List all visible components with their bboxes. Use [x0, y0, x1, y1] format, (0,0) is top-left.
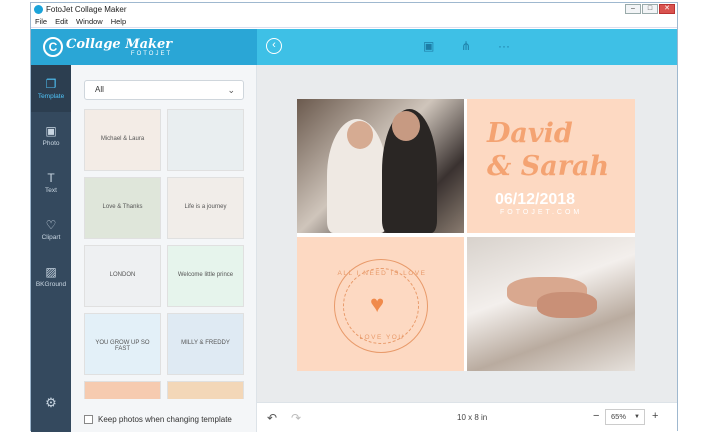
sidebar-item-clipart[interactable]: ♡ Clipart [31, 206, 71, 253]
zoom-value: 65% [611, 412, 627, 421]
top-toolbar: C Collage Maker FOTOJET ‹ ▣ ⋔ ··· [31, 29, 677, 65]
chevron-down-icon: ▼ [634, 414, 640, 420]
photo-cell-holding-hands[interactable] [467, 237, 635, 371]
more-icon[interactable]: ··· [498, 39, 510, 53]
names-line-2: & Sarah [487, 151, 610, 182]
sidebar-item-photo[interactable]: ▣ Photo [31, 112, 71, 159]
template-caption: Welcome little prince [177, 272, 234, 278]
app-icon [34, 5, 43, 14]
names-line-1: David [487, 118, 573, 149]
names-panel[interactable]: David & Sarah 06/12/2018 FOTOJET.COM [467, 99, 635, 233]
logo: C Collage Maker FOTOJET [31, 29, 257, 65]
sidebar-item-label: Text [45, 186, 57, 194]
badge-bottom-text: LOVE YOU [359, 334, 405, 341]
template-wedding-names[interactable]: Michael & Laura [84, 109, 161, 171]
template-caption: LONDON [109, 272, 136, 278]
redo-icon[interactable]: ↷ [291, 411, 301, 425]
keep-photos-label: Keep photos when changing template [98, 415, 232, 424]
background-icon: ▨ [45, 264, 57, 279]
template-baby-prince[interactable]: Welcome little prince [167, 245, 244, 307]
template-milly-freddy[interactable]: MILLY & FREDDY [167, 313, 244, 375]
template-love-thanks[interactable]: Love & Thanks [84, 177, 161, 239]
zoom-in-button[interactable]: + [652, 410, 658, 422]
title-bar: FotoJet Collage Maker [31, 3, 677, 16]
text-icon: T [47, 170, 55, 185]
keep-photos-option[interactable]: Keep photos when changing template [84, 415, 232, 424]
menu-window[interactable]: Window [76, 17, 103, 26]
canvas-area: David & Sarah 06/12/2018 FOTOJET.COM ALL… [257, 65, 677, 402]
logo-subtitle: FOTOJET [130, 50, 173, 57]
heart-icon: ♥ [370, 291, 385, 318]
dropdown-value: All [95, 85, 104, 94]
zoom-out-button[interactable]: − [593, 410, 599, 422]
template-orange-1[interactable] [84, 381, 161, 399]
template-london[interactable]: LONDON [84, 245, 161, 307]
template-grid: Michael & Laura Love & Thanks Life is a jo… [84, 109, 244, 399]
template-caption: MILLY & FREDDY [181, 340, 230, 346]
photo-cell-couple-kiss[interactable] [297, 99, 464, 233]
menu-file[interactable]: File [35, 17, 47, 26]
template-caption: YOU GROW UP SO FAST [95, 340, 150, 352]
collage-canvas[interactable]: David & Sarah 06/12/2018 FOTOJET.COM ALL… [297, 99, 635, 371]
app-window: FotoJet Collage Maker – □ ✕ File Edit Wi… [30, 2, 678, 432]
wedding-date: 06/12/2018 [495, 191, 576, 208]
back-arrow-icon[interactable]: ‹ [266, 38, 282, 54]
badge-ring: ALL I NEED IS LOVE ♥ LOVE YOU [334, 259, 428, 353]
minimize-button[interactable]: – [625, 4, 641, 14]
bottom-bar: ↶ ↷ 10 x 8 in − 65% ▼ + [257, 402, 677, 432]
template-wedding-blue[interactable] [167, 109, 244, 171]
undo-icon[interactable]: ↶ [267, 411, 277, 425]
logo-icon: C [43, 37, 63, 57]
template-caption: Life is a journey [184, 204, 227, 210]
menu-help[interactable]: Help [111, 17, 126, 26]
close-button[interactable]: ✕ [659, 4, 675, 14]
chevron-down-icon: ⌄ [227, 85, 235, 95]
template-orange-2[interactable] [167, 381, 244, 399]
sidebar-item-label: BKGround [35, 280, 67, 288]
love-badge-panel[interactable]: ALL I NEED IS LOVE ♥ LOVE YOU [297, 237, 464, 371]
sidebar-item-template[interactable]: ❐ Template [31, 65, 71, 112]
sidebar-item-label: Template [37, 92, 65, 100]
maximize-button[interactable]: □ [642, 4, 658, 14]
sidebar-item-label: Photo [42, 139, 60, 147]
photo-icon: ▣ [45, 123, 57, 138]
menu-bar: File Edit Window Help [31, 16, 677, 28]
sidebar-item-bkground[interactable]: ▨ BKGround [31, 253, 71, 300]
badge-top-text: ALL I NEED IS LOVE [337, 270, 427, 277]
window-title: FotoJet Collage Maker [46, 5, 127, 14]
template-caption: Love & Thanks [102, 204, 143, 210]
clipart-icon: ♡ [45, 217, 57, 232]
window-controls: – □ ✕ [625, 4, 675, 14]
template-grow-up[interactable]: YOU GROW UP SO FAST [84, 313, 161, 375]
template-icon: ❐ [45, 76, 57, 91]
zoom-select[interactable]: 65% ▼ [605, 409, 645, 425]
menu-edit[interactable]: Edit [55, 17, 68, 26]
category-dropdown[interactable]: All ⌄ [84, 80, 244, 100]
template-journey[interactable]: Life is a journey [167, 177, 244, 239]
sidebar-item-label: Clipart [41, 233, 61, 241]
keep-photos-checkbox[interactable] [84, 415, 93, 424]
save-icon[interactable]: ▣ [423, 39, 434, 53]
share-icon[interactable]: ⋔ [461, 39, 471, 53]
canvas-size: 10 x 8 in [457, 413, 488, 422]
sidebar-item-text[interactable]: T Text [31, 159, 71, 206]
side-nav: ❐ Template ▣ Photo T Text ♡ Clipart ▨ BKGround [31, 65, 71, 432]
template-caption: Michael & Laura [100, 136, 145, 142]
template-panel: All ⌄ Michael & Laura Love & Thanks Life i… [71, 65, 257, 432]
gear-icon[interactable]: ⚙ [31, 395, 71, 411]
logo-title: Collage Maker [66, 36, 173, 52]
brand-text: FOTOJET.COM [500, 209, 583, 216]
